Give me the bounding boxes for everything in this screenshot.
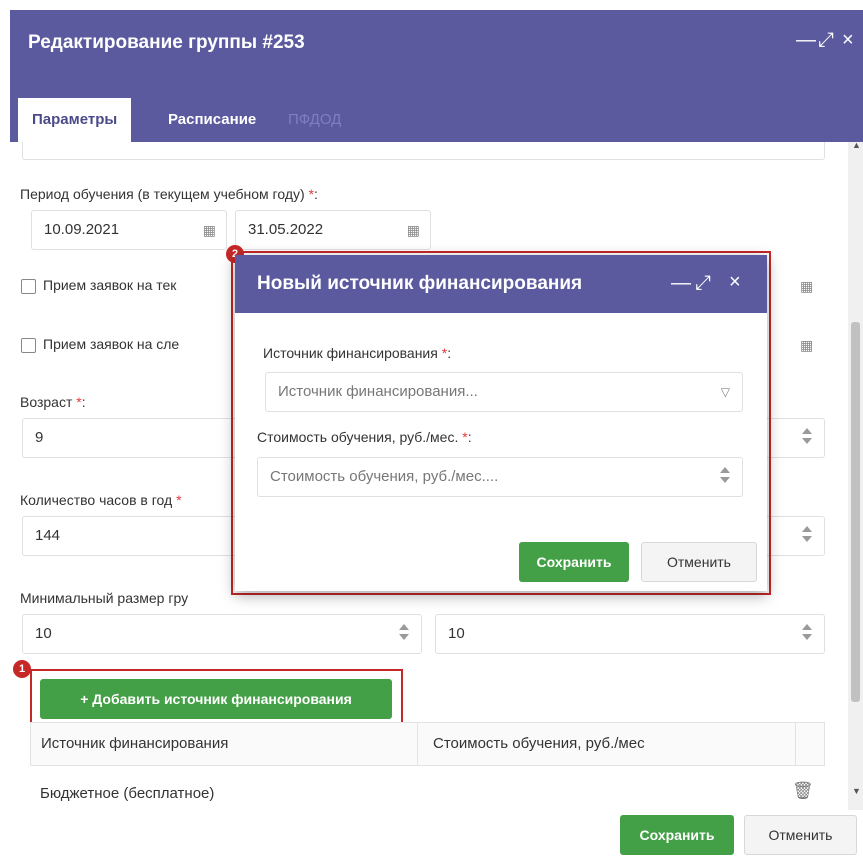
stepper-icon[interactable] xyxy=(802,526,812,546)
period-label: Период обучения (в текущем учебном году)… xyxy=(20,186,318,202)
minimize-icon[interactable]: — xyxy=(671,273,691,293)
footer-bar: Сохранить Отменить xyxy=(10,810,863,857)
trash-icon[interactable]: 🗑 xyxy=(792,781,814,801)
period-end-input[interactable]: 31.05.2022 ▦ xyxy=(235,210,431,250)
close-icon[interactable]: × xyxy=(729,272,741,292)
calendar-icon[interactable]: ▦ xyxy=(203,211,216,249)
table-row-source: Бюджетное (бесплатное) xyxy=(40,785,215,802)
hours-label: Количество часов в год * xyxy=(20,492,182,508)
scrollbar-thumb[interactable] xyxy=(851,322,860,702)
scroll-up-icon[interactable]: ▲ xyxy=(852,140,861,150)
dialog-cancel-button[interactable]: Отменить xyxy=(641,542,757,582)
new-funding-source-dialog: Новый источник финансирования — ⤢ × Исто… xyxy=(235,255,767,591)
stepper-icon[interactable] xyxy=(720,467,730,487)
stepper-icon[interactable] xyxy=(802,624,812,644)
funding-source-select[interactable]: Источник финансирования... ▽ xyxy=(265,372,743,412)
accept-next-checkbox[interactable] xyxy=(21,338,36,353)
max-size-input[interactable]: 10 xyxy=(435,614,825,654)
accept-current-label: Прием заявок на тек xyxy=(43,277,177,293)
age-label: Возраст *: xyxy=(20,394,86,410)
dialog-source-label: Источник финансирования *: xyxy=(263,345,452,361)
tab-parameters[interactable]: Параметры xyxy=(18,98,132,142)
save-button[interactable]: Сохранить xyxy=(620,815,734,855)
period-start-input[interactable]: 10.09.2021 ▦ xyxy=(31,210,227,250)
min-size-input[interactable]: 10 xyxy=(22,614,422,654)
stepper-icon[interactable] xyxy=(399,624,409,644)
tab-schedule[interactable]: Расписание xyxy=(154,98,270,142)
column-header-cost: Стоимость обучения, руб./мес xyxy=(433,735,645,752)
column-divider xyxy=(417,723,418,765)
min-size-label: Минимальный размер гру xyxy=(20,590,189,606)
dialog-save-button[interactable]: Сохранить xyxy=(519,542,629,582)
calendar-icon[interactable]: ▦ xyxy=(407,211,420,249)
maximize-icon[interactable]: ⤢ xyxy=(818,30,834,50)
funding-table-header: Источник финансирования Стоимость обучен… xyxy=(30,722,825,766)
window-titlebar[interactable]: Редактирование группы #253 — ⤢ × xyxy=(10,10,863,78)
tab-pfdod: ПФДОД xyxy=(288,111,342,128)
accept-current-checkbox[interactable] xyxy=(21,279,36,294)
window-title: Редактирование группы #253 xyxy=(28,32,305,53)
minimize-icon[interactable]: — xyxy=(796,30,816,50)
calendar-icon[interactable]: ▦ xyxy=(800,278,813,295)
dialog-titlebar[interactable]: Новый источник финансирования — ⤢ × xyxy=(235,255,767,313)
scroll-down-icon[interactable]: ▼ xyxy=(852,786,861,796)
stepper-icon[interactable] xyxy=(802,428,812,448)
add-funding-source-button[interactable]: + Добавить источник финансирования xyxy=(40,679,392,719)
partial-top-field[interactable] xyxy=(22,142,825,160)
column-divider xyxy=(795,723,796,765)
column-header-source: Источник финансирования xyxy=(41,735,229,752)
dialog-title: Новый источник финансирования xyxy=(257,273,583,294)
close-icon[interactable]: × xyxy=(842,30,854,50)
calendar-icon[interactable]: ▦ xyxy=(800,337,813,354)
cancel-button[interactable]: Отменить xyxy=(744,815,857,855)
dialog-cost-label: Стоимость обучения, руб./мес. *: xyxy=(257,429,472,445)
chevron-down-icon[interactable]: ▽ xyxy=(721,373,730,411)
accept-next-label: Прием заявок на сле xyxy=(43,336,180,352)
cost-input[interactable]: Стоимость обучения, руб./мес.... xyxy=(257,457,743,497)
maximize-icon[interactable]: ⤢ xyxy=(695,273,711,293)
tab-bar: Параметры Расписание ПФДОД xyxy=(10,78,863,142)
annotation-badge-1: 1 xyxy=(13,660,31,678)
